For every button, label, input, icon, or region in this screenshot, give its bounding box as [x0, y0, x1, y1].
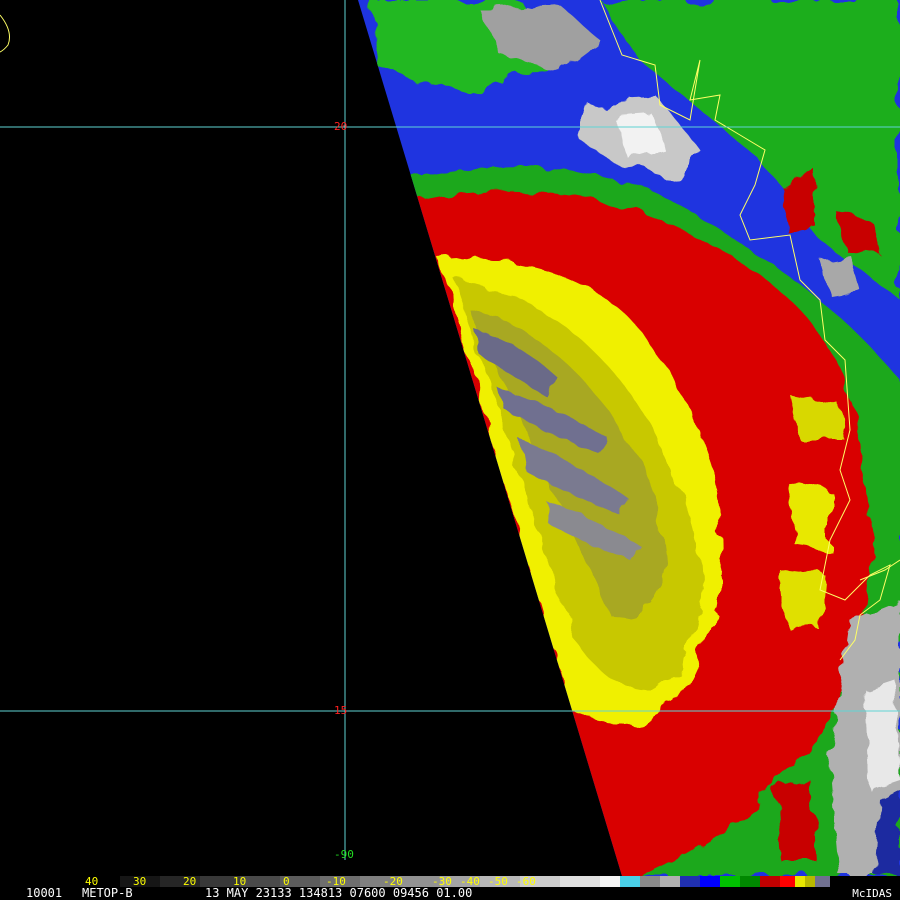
colorbar-label: -60 [516, 875, 536, 888]
colorbar-label: 30 [133, 875, 147, 888]
lon-label-90: -90 [334, 848, 354, 861]
image-datetime: 13 MAY 23133 134813 07600 09456 01.00 [205, 886, 473, 900]
satellite-name: METOP-B [82, 886, 133, 900]
lat-label-15: 15 [334, 704, 348, 717]
image-status-line: 10001 METOP-B 13 MAY 23133 134813 07600 … [0, 887, 900, 900]
satellite-imagery [0, 0, 900, 900]
infrared-swath [358, 0, 900, 876]
colorbar-label: 20 [183, 875, 197, 888]
frame-id: 10001 [26, 886, 63, 900]
satellite-image-viewer: 20 15 -90 40 30 20 10 0 -10 -20 -30 -40 … [0, 0, 900, 900]
lat-label-20: 20 [334, 120, 348, 133]
colorbar-label: -50 [488, 875, 508, 888]
mcidas-brand: McIDAS [852, 887, 892, 900]
